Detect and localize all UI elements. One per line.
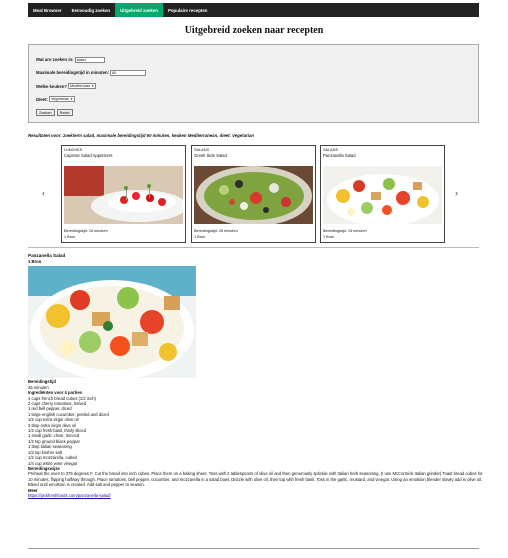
cuisine-label: Welke keuken?: [36, 83, 67, 89]
detail-recipe-photo: [28, 266, 196, 379]
recipe-detail: Panzanella Salad 1 Bron Bereidingstijd 4…: [28, 253, 483, 498]
card-source: 1 Bron: [194, 235, 206, 239]
recipe-card[interactable]: SALADS Panzanella Salad Bereidingstijd: …: [320, 145, 445, 243]
results-summary: Resultaten voor: zoekterm salad, maximal…: [28, 133, 254, 138]
time-input[interactable]: 60: [110, 70, 147, 76]
card-title: Panzanella Salad: [323, 153, 356, 158]
cuisine-select[interactable]: Mediterraan ▼: [67, 83, 97, 89]
diet-select[interactable]: Vegetarian ▼: [48, 96, 76, 102]
card-title: Caprese Salad Appetizers: [64, 153, 113, 158]
cuisine-select-value: Mediterraan: [69, 84, 91, 88]
card-prep-time: Bereidingstijd: 25 minuten: [194, 229, 238, 233]
recipe-photo-caprese: [64, 166, 183, 224]
card-title: Greek Side Salad: [194, 153, 227, 158]
chevron-down-icon: ▼: [70, 97, 74, 101]
divider: [28, 247, 479, 248]
ingredient-label: Wat are zoeken in:: [36, 57, 74, 63]
diet-label: Dieet:: [36, 96, 48, 102]
card-category: SALADS: [194, 148, 209, 152]
card-category: LUNCHES: [64, 148, 83, 152]
nav-eenvoudig-zoeken[interactable]: Eenvoudig zoeken: [67, 3, 116, 17]
card-source: 1 Bron: [64, 235, 76, 239]
recipe-source-link[interactable]: https://pickfreshfoods.com/panzanella-sa…: [28, 493, 111, 498]
diet-select-value: Vegetarian: [50, 97, 70, 101]
recipe-photo-greek-salad: [194, 166, 313, 224]
card-prep-time: Bereidingstijd: 15 minuten: [64, 229, 108, 233]
card-prep-time: Bereidingstijd: 15 minuten: [323, 229, 367, 233]
ingredient-row: Wat are zoeken in: salad: [36, 57, 105, 63]
card-category: SALADS: [323, 148, 338, 152]
nav-populaire-recepten[interactable]: Populaire recepten: [163, 3, 213, 17]
diet-row: Dieet: Vegetarian ▼: [36, 96, 76, 102]
reset-button[interactable]: Reset: [56, 109, 73, 116]
carousel-next-button[interactable]: ›: [455, 188, 458, 198]
recipe-card[interactable]: SALADS Greek Side Salad Bereidingstijd: …: [191, 145, 316, 243]
cuisine-row: Welke keuken? Mediterraan ▼: [36, 83, 97, 89]
detail-source: 1 Bron: [28, 259, 42, 264]
page-title: Uitgebreid zoeken naar recepten: [184, 25, 324, 36]
button-row: Zoeken Reset: [36, 109, 75, 116]
recipe-card[interactable]: LUNCHES Caprese Salad Appetizers Bereidi…: [61, 145, 186, 243]
time-label: Maximale bereidingstijd in minuten:: [36, 70, 110, 76]
ingredient-input[interactable]: salad: [74, 57, 105, 63]
top-navbar: Meal Browser Eenvoudig zoeken Uitgebreid…: [28, 3, 479, 17]
bottom-divider: [28, 548, 479, 549]
nav-uitgebreid-zoeken[interactable]: Uitgebreid zoeken: [115, 3, 163, 17]
detail-prep-text: Preheat the oven to 375 degrees F. Cut t…: [28, 471, 483, 488]
recipe-photo-panzanella: [323, 166, 442, 224]
nav-meal-browser[interactable]: Meal Browser: [28, 3, 67, 17]
chevron-down-icon: ▼: [91, 84, 95, 88]
time-row: Maximale bereidingstijd in minuten: 60: [36, 70, 147, 76]
card-source: 1 Bron: [323, 235, 335, 239]
search-button[interactable]: Zoeken: [36, 109, 55, 116]
search-form: Wat are zoeken in: salad Maximale bereid…: [28, 44, 479, 123]
carousel-prev-button[interactable]: ‹: [42, 188, 45, 198]
